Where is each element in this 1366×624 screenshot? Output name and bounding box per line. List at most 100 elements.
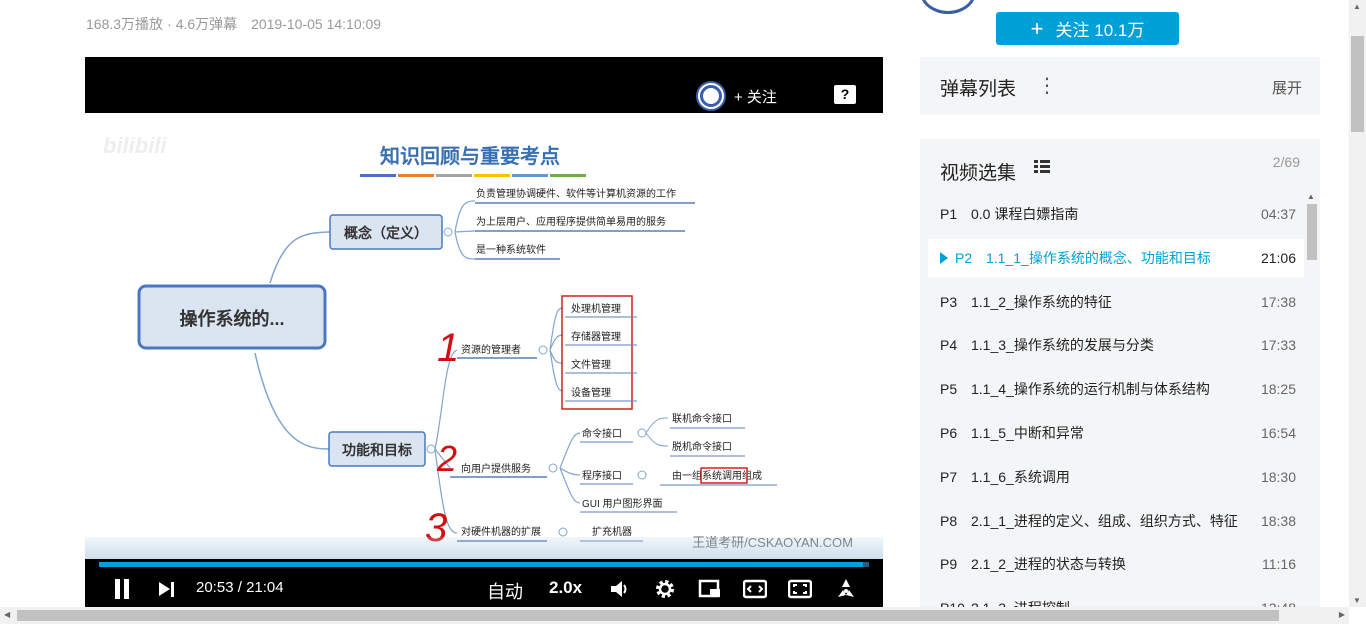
pause-icon[interactable] [113,579,131,599]
playlist-item-active[interactable]: P2 1.1_1_操作系统的概念、功能和目标 21:06 [928,238,1304,277]
progress-bar[interactable] [99,562,869,567]
volume-icon[interactable] [608,577,632,601]
episode-duration: 17:38 [1260,293,1296,310]
slide-title: 知识回顾与重要考点 [380,144,560,168]
player-follow-label: + 关注 [734,88,777,106]
page-vertical-scrollbar[interactable]: ▲ ▼ [1349,0,1366,607]
player-follow-button[interactable]: + 关注 [696,81,777,111]
program-interface-node: 程序接口 [582,469,622,482]
playlist-item[interactable]: P9 2.1_2_进程的状态与转换 11:16 [928,543,1304,587]
resource-item-3: 文件管理 [571,358,611,371]
follow-uploader-button[interactable]: + 关注 10.1万 [996,12,1179,45]
progress-fill [99,562,863,567]
playlist-item[interactable]: P6 1.1_5_中断和异常 16:54 [928,411,1304,455]
wide-mode-icon[interactable] [743,577,767,601]
episode-title: 0.0 课程白嫖指南 [971,205,1079,222]
annotation-1: 1 [437,326,459,370]
episode-duration: 18:30 [1260,468,1296,485]
page-scroll-right-icon[interactable]: ▶ [1339,610,1345,619]
more-options-icon[interactable]: ⋮ [1037,73,1057,98]
page-scroll-left-icon[interactable]: ◀ [4,610,10,619]
episode-title: 1.1_1_操作系统的概念、功能和目标 [986,249,1211,266]
quality-selector[interactable]: 自动 [487,578,523,604]
gui-item: GUI 用户图形界面 [582,497,663,510]
video-player[interactable]: + 关注 ? bilibili 知识回顾与重要考点 操作系统的... 概念（定义… [85,57,883,608]
playlist-scrollbar[interactable]: ▲ ▼ [1304,192,1318,614]
episode-duration: 04:37 [1260,205,1296,222]
resource-item-4: 设备管理 [571,386,611,399]
danmaku-list-title: 弹幕列表 [940,79,1017,100]
episode-number: P4 [940,337,958,354]
list-view-icon[interactable] [1034,160,1050,174]
mindmap-root: 操作系统的... [179,308,284,329]
program-desc: 由一组系统调用组成 [672,469,762,482]
speed-selector[interactable]: 2.0x [549,578,582,598]
playlist-item[interactable]: P4 1.1_3_操作系统的发展与分类 17:33 [928,324,1304,368]
help-icon[interactable]: ? [834,85,856,104]
episode-title: 1.1_2_操作系统的特征 [971,293,1112,310]
concept-item-2: 为上层用户、应用程序提供简单易用的服务 [476,215,666,228]
episode-duration: 18:38 [1260,512,1296,529]
episode-title: 1.1_6_系统调用 [971,468,1070,485]
page-horizontal-scrollbar[interactable]: ◀ ▶ [0,607,1349,624]
current-time: 20:53 [196,579,234,596]
time-display: 20:53 / 21:04 [196,579,284,596]
resource-item-2: 存储器管理 [571,330,621,343]
command-item-2: 脱机命令接口 [672,440,732,453]
function-node: 功能和目标 [342,442,412,458]
playlist-items: P1 0.0 课程白嫖指南 04:37 P2 1.1_1_操作系统的概念、功能和目标 2… [928,192,1304,624]
play-count: 168.3万播放 [86,16,164,32]
next-episode-icon[interactable] [159,582,175,597]
video-stats: 168.3万播放 · 4.6万弹幕 2019-10-05 14:10:09 [86,14,391,34]
annotation-2: 2 [436,438,457,479]
concept-item-3: 是一种系统软件 [476,243,546,256]
episode-title: 1.1_3_操作系统的发展与分类 [971,337,1154,354]
page-scroll-up-icon[interactable]: ▲ [1353,2,1361,11]
episode-number: P8 [940,512,958,529]
episode-number: P6 [940,425,958,442]
playlist-item[interactable]: P7 1.1_6_系统调用 18:30 [928,455,1304,499]
web-fullscreen-icon[interactable] [788,577,812,601]
publish-time: 2019-10-05 14:10:09 [251,16,382,32]
player-top-bar: + 关注 ? [85,57,883,113]
command-interface-node: 命令接口 [582,427,622,440]
fullscreen-icon[interactable] [834,577,858,601]
user-service-node: 向用户提供服务 [461,462,531,475]
episode-number: P9 [940,556,958,573]
playlist-count: 2/69 [1272,154,1300,170]
episode-number: P5 [940,381,958,398]
uploader-avatar[interactable] [920,0,976,14]
playlist-item[interactable]: P1 0.0 课程白嫖指南 04:37 [928,192,1304,236]
resource-item-1: 处理机管理 [571,302,621,315]
playlist-title: 视频选集 [940,163,1017,184]
episode-duration: 11:16 [1262,556,1296,573]
page: { "video_stats": { "plays": "168.3万播放", … [0,0,1366,624]
episode-number: P1 [940,205,958,222]
picture-in-picture-icon[interactable] [698,577,722,601]
total-time: 21:04 [246,579,284,596]
episode-duration: 16:54 [1260,425,1296,442]
scroll-up-icon[interactable]: ▲ [1307,192,1315,201]
playlist-item[interactable]: P3 1.1_2_操作系统的特征 17:38 [928,280,1304,324]
danmaku-expand-button[interactable]: 展开 [1272,77,1302,98]
playlist-item[interactable]: P5 1.1_4_操作系统的运行机制与体系结构 18:25 [928,367,1304,411]
page-vertical-thumb[interactable] [1351,36,1364,132]
resource-manager-node: 资源的管理者 [461,343,521,356]
danmaku-count: 4.6万弹幕 [175,16,238,32]
video-frame: bilibili 知识回顾与重要考点 操作系统的... 概念（定义） 负责管理协… [85,113,883,559]
playlist-scroll-thumb[interactable] [1307,204,1317,260]
episode-number: P7 [940,468,958,485]
follow-uploader-label: 关注 10.1万 [1055,21,1145,40]
concept-item-1: 负责管理协调硬件、软件等计算机资源的工作 [476,187,676,200]
episode-title: 2.1_2_进程的状态与转换 [971,556,1126,573]
episode-duration: 18:25 [1260,381,1296,398]
high-energy-waveform [85,537,883,559]
page-scroll-down-icon[interactable]: ▼ [1353,596,1361,605]
episode-title: 1.1_4_操作系统的运行机制与体系结构 [971,381,1210,398]
danmaku-list-panel: 弹幕列表 ⋮ 展开 [920,57,1320,115]
settings-icon[interactable] [653,577,677,601]
episode-number: P3 [940,293,958,310]
uploader-logo-icon [696,81,726,111]
page-horizontal-thumb[interactable] [17,610,1279,621]
playlist-item[interactable]: P8 2.1_1_进程的定义、组成、组织方式、特征 18:38 [928,499,1304,543]
